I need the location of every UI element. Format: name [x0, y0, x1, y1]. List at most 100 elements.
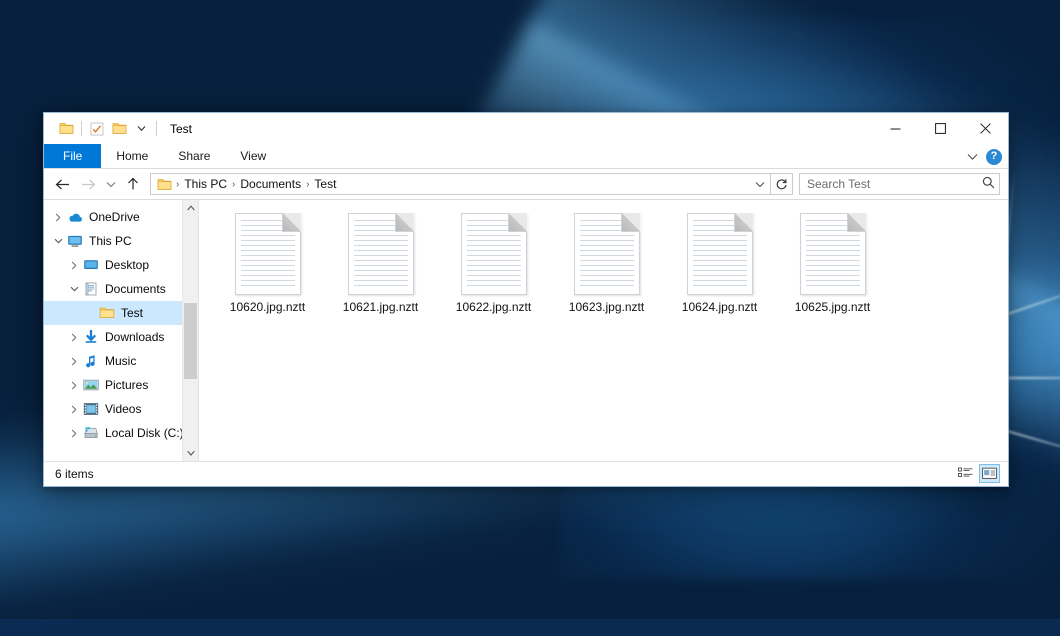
properties-icon[interactable]: [86, 118, 108, 140]
sidebar-item-label: Downloads: [105, 330, 164, 344]
search-input[interactable]: Search Test: [807, 177, 982, 191]
music-note-icon: [82, 353, 100, 369]
chevron-right-icon[interactable]: [50, 213, 66, 222]
sidebar-item-label: OneDrive: [89, 210, 140, 224]
breadcrumb-item-this-pc[interactable]: This PC: [181, 177, 230, 191]
sidebar-item-label: Test: [121, 306, 143, 320]
sidebar-item-pictures[interactable]: Pictures: [44, 373, 198, 397]
breadcrumb-separator: ›: [230, 179, 237, 190]
item-count-label: 6 items: [55, 467, 94, 481]
quick-access-toolbar: [44, 118, 161, 140]
breadcrumb-separator: ›: [174, 179, 181, 190]
file-list-pane[interactable]: 10620.jpg.nztt 10621.jpg.nztt 10622.jpg.nz…: [199, 200, 1008, 461]
tab-view[interactable]: View: [225, 144, 281, 168]
file-item[interactable]: 10620.jpg.nztt: [211, 208, 324, 326]
ribbon-right-controls: ?: [967, 144, 1002, 169]
file-item[interactable]: 10625.jpg.nztt: [776, 208, 889, 326]
generic-document-icon: [235, 213, 301, 295]
sidebar-item-label: Videos: [105, 402, 141, 416]
qat-separator-2: [156, 121, 157, 136]
file-name-label: 10625.jpg.nztt: [795, 300, 870, 314]
generic-document-icon: [687, 213, 753, 295]
chevron-right-icon[interactable]: [66, 261, 82, 270]
chevron-right-icon[interactable]: [66, 429, 82, 438]
close-button[interactable]: [963, 113, 1008, 144]
maximize-button[interactable]: [918, 113, 963, 144]
large-icons-view-button[interactable]: [979, 464, 1000, 483]
chevron-right-icon[interactable]: [66, 357, 82, 366]
scroll-down-arrow-icon[interactable]: [183, 445, 198, 461]
sidebar-item-documents[interactable]: Documents: [44, 277, 198, 301]
file-item[interactable]: 10621.jpg.nztt: [324, 208, 437, 326]
chevron-down-icon[interactable]: [66, 286, 82, 292]
folder-icon: [98, 305, 116, 321]
forward-button[interactable]: [75, 172, 101, 196]
tab-file[interactable]: File: [44, 144, 101, 168]
chevron-right-icon[interactable]: [66, 381, 82, 390]
sidebar-item-label: Desktop: [105, 258, 149, 272]
file-name-label: 10622.jpg.nztt: [456, 300, 531, 314]
file-item[interactable]: 10623.jpg.nztt: [550, 208, 663, 326]
generic-document-icon: [574, 213, 640, 295]
sidebar-item-videos[interactable]: Videos: [44, 397, 198, 421]
address-bar[interactable]: › This PC › Documents › Test: [150, 173, 771, 195]
sidebar-item-label: Music: [105, 354, 136, 368]
search-box[interactable]: Search Test: [799, 173, 1000, 195]
scrollbar-thumb[interactable]: [184, 303, 197, 379]
chevron-down-icon[interactable]: [750, 174, 770, 194]
sidebar-item-local-disk-c[interactable]: Local Disk (C:): [44, 421, 198, 445]
file-item[interactable]: 10622.jpg.nztt: [437, 208, 550, 326]
folder-icon[interactable]: [55, 118, 77, 140]
breadcrumb-item-test[interactable]: Test: [311, 177, 339, 191]
tab-home[interactable]: Home: [101, 144, 163, 168]
search-icon[interactable]: [982, 176, 995, 192]
tab-share[interactable]: Share: [163, 144, 225, 168]
pictures-icon: [82, 377, 100, 393]
breadcrumb-item-documents[interactable]: Documents: [237, 177, 304, 191]
sidebar-item-test[interactable]: Test: [44, 301, 198, 325]
generic-document-icon: [800, 213, 866, 295]
sidebar-item-desktop[interactable]: Desktop: [44, 253, 198, 277]
sidebar-item-downloads[interactable]: Downloads: [44, 325, 198, 349]
sidebar-scrollbar[interactable]: [182, 200, 198, 461]
file-name-label: 10620.jpg.nztt: [230, 300, 305, 314]
refresh-button[interactable]: [771, 173, 793, 195]
sidebar-item-music[interactable]: Music: [44, 349, 198, 373]
folder-icon[interactable]: [154, 178, 174, 191]
chevron-right-icon[interactable]: [66, 333, 82, 342]
documents-icon: [82, 281, 100, 297]
sidebar-item-label: This PC: [89, 234, 132, 248]
recent-locations-button[interactable]: [101, 172, 120, 196]
title-bar: Test: [44, 113, 1008, 144]
breadcrumb: › This PC › Documents › Test: [154, 177, 750, 191]
onedrive-cloud-icon: [66, 209, 84, 225]
status-bar: 6 items: [44, 461, 1008, 486]
new-folder-icon[interactable]: [108, 118, 130, 140]
up-button[interactable]: [120, 172, 146, 196]
details-view-button[interactable]: [955, 464, 976, 483]
chevron-down-icon[interactable]: [50, 238, 66, 244]
file-item[interactable]: 10624.jpg.nztt: [663, 208, 776, 326]
sidebar-item-label: Local Disk (C:): [105, 426, 184, 440]
videos-film-icon: [82, 401, 100, 417]
file-name-label: 10623.jpg.nztt: [569, 300, 644, 314]
chevron-right-icon[interactable]: [66, 405, 82, 414]
scrollbar-track[interactable]: [183, 216, 198, 445]
chevron-down-icon[interactable]: [967, 150, 978, 164]
file-name-label: 10624.jpg.nztt: [682, 300, 757, 314]
scroll-up-arrow-icon[interactable]: [183, 200, 198, 216]
sidebar-item-onedrive[interactable]: OneDrive: [44, 205, 198, 229]
navigation-pane: OneDrive This PC Desktop Documents Test Downl…: [44, 200, 199, 461]
qat-separator-1: [81, 121, 82, 136]
sidebar-item-this-pc[interactable]: This PC: [44, 229, 198, 253]
window-controls: [873, 113, 1008, 144]
back-button[interactable]: [49, 172, 75, 196]
chevron-down-icon[interactable]: [130, 118, 152, 140]
window-body: OneDrive This PC Desktop Documents Test Downl…: [44, 199, 1008, 461]
view-mode-buttons: [955, 464, 1000, 483]
sidebar-item-label: Pictures: [105, 378, 148, 392]
desktop-icon: [82, 257, 100, 273]
breadcrumb-separator: ›: [304, 179, 311, 190]
minimize-button[interactable]: [873, 113, 918, 144]
help-icon[interactable]: ?: [986, 149, 1002, 165]
